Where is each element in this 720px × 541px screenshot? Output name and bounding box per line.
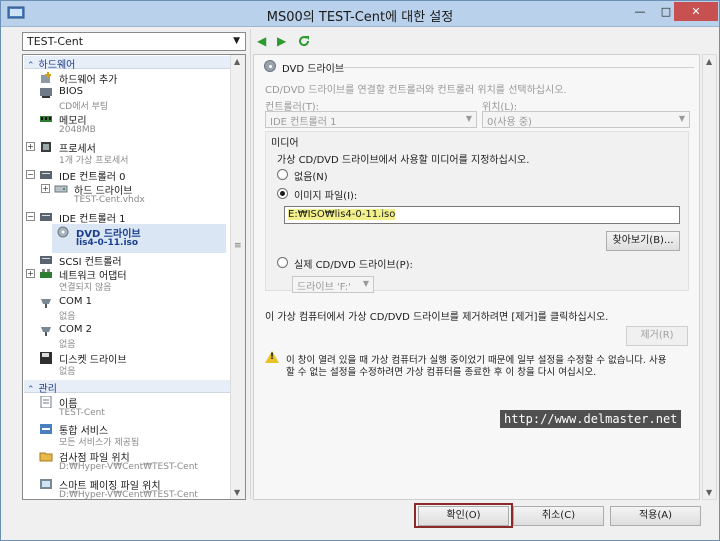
- com-port-icon: [41, 299, 51, 308]
- expand-icon[interactable]: +: [26, 142, 35, 151]
- radio-none-label: 없음(N): [294, 172, 328, 183]
- back-arrow-icon[interactable]: ◀: [257, 34, 266, 48]
- settings-window: MS00의 TEST-Cent에 대한 설정 — □ ✕ TEST-Cent ▼…: [0, 0, 720, 541]
- hardware-section-header[interactable]: ⌃ 하드웨어: [24, 56, 231, 71]
- close-button[interactable]: ✕: [674, 2, 718, 21]
- network-adapter-icon: [40, 269, 52, 278]
- panel-header: DVD 드라이브: [264, 59, 694, 75]
- tree-scrollbar[interactable]: ▲ ≡ ▼: [230, 55, 245, 499]
- scroll-grip-icon[interactable]: ≡: [234, 242, 242, 251]
- ide-controller-icon: [40, 171, 52, 179]
- smart-paging-icon: [40, 479, 52, 489]
- header-divider: [334, 67, 694, 68]
- physical-drive-select[interactable]: 드라이브 'F:' ▼: [292, 276, 374, 293]
- window-title: MS00의 TEST-Cent에 대한 설정: [266, 10, 454, 25]
- cancel-button[interactable]: 취소(C): [513, 506, 604, 526]
- chevron-down-icon: ▼: [362, 279, 369, 288]
- remove-button[interactable]: 제거(R): [626, 326, 688, 346]
- media-description: 가상 CD/DVD 드라이브에서 사용할 미디어를 지정하십시오.: [277, 155, 530, 166]
- radio-physical-drive[interactable]: [277, 257, 288, 268]
- chevron-down-icon: ▼: [678, 114, 685, 123]
- controller-description: CD/DVD 드라이브를 연결할 컨트롤러와 컨트롤러 위치를 선택하십시오.: [265, 85, 567, 96]
- com-port-icon: [41, 327, 51, 336]
- browse-button[interactable]: 찾아보기(B)...: [606, 231, 680, 251]
- radio-image-file[interactable]: [277, 188, 288, 199]
- refresh-icon[interactable]: [297, 34, 311, 48]
- warning-icon: [265, 351, 279, 363]
- chevron-down-icon: ▼: [465, 114, 472, 123]
- name-icon: [40, 396, 52, 408]
- chevron-down-icon: ▼: [233, 36, 240, 46]
- scsi-controller-icon: [40, 256, 52, 264]
- forward-arrow-icon[interactable]: ▶: [277, 34, 286, 48]
- location-select[interactable]: 0(사용 중) ▼: [482, 111, 690, 128]
- add-hardware-icon: [41, 72, 51, 83]
- image-path-input[interactable]: E:₩ISO₩lis4-0-11.iso: [284, 206, 680, 224]
- diskette-icon: [40, 352, 52, 364]
- minimize-button[interactable]: —: [627, 2, 653, 21]
- ide-controller-icon: [40, 213, 52, 221]
- expand-icon[interactable]: +: [26, 269, 35, 278]
- expand-icon[interactable]: +: [41, 184, 50, 193]
- ok-button[interactable]: 확인(O): [418, 506, 509, 526]
- apply-button[interactable]: 적용(A): [610, 506, 701, 526]
- radio-none[interactable]: [277, 169, 288, 180]
- pane-divider[interactable]: [250, 29, 251, 499]
- title-bar: MS00의 TEST-Cent에 대한 설정 — □ ✕: [1, 1, 719, 27]
- scroll-down-icon[interactable]: ▼: [234, 488, 240, 497]
- remove-hint: 이 가상 컴퓨터에서 가상 CD/DVD 드라이브를 제거하려면 [제거]를 클…: [265, 312, 609, 323]
- watermark: http://www.delmaster.net: [500, 410, 682, 428]
- collapse-icon: ⌃: [27, 61, 35, 71]
- dvd-icon: [264, 60, 276, 72]
- scroll-up-icon[interactable]: ▲: [706, 57, 712, 66]
- memory-icon: [40, 116, 52, 122]
- collapse-icon[interactable]: −: [26, 170, 35, 179]
- vm-selector-value: TEST-Cent: [27, 35, 84, 48]
- warning-text-line2: 할 수 없는 설정을 수정하려면 가상 컴퓨터를 종료한 후 이 창을 다시 여…: [286, 367, 597, 378]
- panel-scrollbar[interactable]: ▲ ▼: [702, 54, 717, 500]
- settings-tree: ⌃ 하드웨어 하드웨어 추가 BIOS CD에서 부팅 메모리 2048MB + …: [22, 54, 246, 500]
- dvd-icon: [57, 226, 69, 238]
- controller-select[interactable]: IDE 컨트롤러 1 ▼: [265, 111, 477, 128]
- vm-selector[interactable]: TEST-Cent ▼: [22, 32, 246, 51]
- radio-image-file-label: 이미지 파일(I):: [294, 191, 358, 202]
- collapse-icon[interactable]: −: [26, 212, 35, 221]
- checkpoint-folder-icon: [39, 452, 53, 462]
- scroll-down-icon[interactable]: ▼: [706, 488, 712, 497]
- collapse-icon: ⌃: [27, 385, 35, 395]
- hard-drive-icon: [54, 185, 68, 193]
- processor-icon: [41, 142, 51, 152]
- bios-icon: [40, 88, 52, 98]
- media-label: 미디어: [271, 138, 299, 149]
- management-section-header[interactable]: ⌃ 관리: [24, 380, 231, 395]
- radio-physical-drive-label: 실제 CD/DVD 드라이브(P):: [294, 260, 413, 271]
- integration-services-icon: [40, 424, 52, 434]
- scroll-up-icon[interactable]: ▲: [234, 57, 240, 66]
